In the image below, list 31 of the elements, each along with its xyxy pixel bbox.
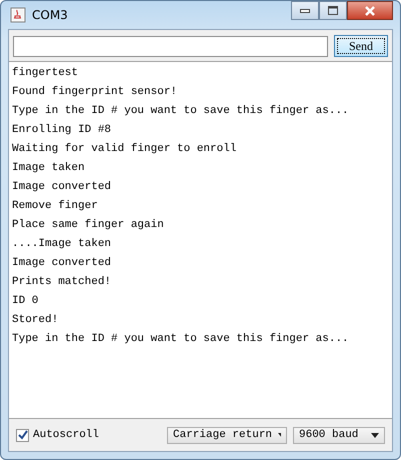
maximize-icon xyxy=(328,6,338,15)
output-line: Type in the ID # you want to save this finger as... xyxy=(12,332,350,347)
output-line: Prints matched! xyxy=(12,275,112,290)
java-cup-icon xyxy=(10,7,26,23)
minimize-button[interactable] xyxy=(291,1,319,20)
minimize-icon xyxy=(300,8,310,12)
message-input[interactable] xyxy=(13,36,328,56)
output-line: Type in the ID # you want to save this finger as... xyxy=(12,104,350,119)
output-line: Image converted xyxy=(12,180,112,195)
autoscroll-checkbox[interactable] xyxy=(16,428,29,442)
output-line: fingertest xyxy=(12,66,80,81)
line-ending-dropdown[interactable]: Carriage return xyxy=(167,426,287,444)
output-line: Image taken xyxy=(12,161,86,176)
caret-icon xyxy=(278,432,281,438)
maximize-button[interactable] xyxy=(319,1,347,20)
output-line: Stored! xyxy=(12,313,60,328)
output-line: ....Image taken xyxy=(12,237,112,252)
caret-icon xyxy=(371,432,379,438)
output-line: Waiting for valid finger to enroll xyxy=(12,142,238,157)
close-button[interactable] xyxy=(347,1,393,20)
output-line: Enrolling ID #8 xyxy=(12,123,112,138)
output-line: Found fingerprint sensor! xyxy=(12,85,178,100)
window-title: COM3 xyxy=(32,8,68,22)
baud-rate-dropdown[interactable]: 9600 baud xyxy=(293,426,385,444)
output-line: ID 0 xyxy=(12,294,40,309)
output-line: Image converted xyxy=(12,256,112,271)
autoscroll-label: Autoscroll xyxy=(33,429,100,441)
output-line: Place same finger again xyxy=(12,218,165,233)
close-icon xyxy=(364,6,376,16)
send-button[interactable]: Send xyxy=(334,35,388,57)
output-line: Remove finger xyxy=(12,199,99,214)
